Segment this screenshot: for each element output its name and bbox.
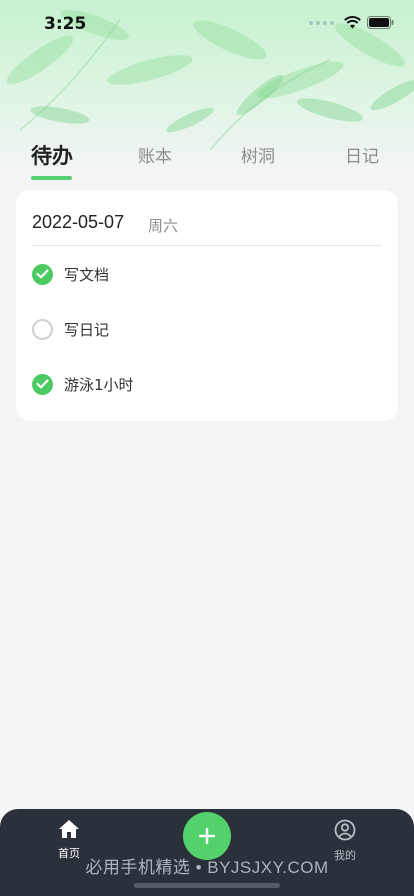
plus-icon — [198, 827, 216, 845]
status-bar: 3:25 — [0, 0, 414, 46]
cellular-dots-icon — [309, 21, 334, 25]
checked-circle-icon[interactable] — [32, 373, 53, 395]
tab-bar: 待办 账本 树洞 日记 — [0, 138, 414, 182]
tab-diary[interactable]: 日记 — [345, 142, 379, 167]
active-tab-indicator — [31, 176, 72, 180]
tab-tree-hole[interactable]: 树洞 — [241, 142, 275, 167]
watermark-text: 必用手机精选 • BYJSJXY.COM — [85, 858, 329, 877]
card-divider — [32, 245, 382, 246]
todo-label: 游泳1小时 — [64, 375, 134, 394]
card-weekday: 周六 — [148, 217, 179, 235]
todo-label: 写文档 — [64, 265, 110, 284]
tab-ledger[interactable]: 账本 — [138, 142, 172, 167]
todo-card: 2022-05-07 周六 写文档 写日记 游泳1小时 — [16, 190, 398, 421]
wifi-icon — [344, 14, 361, 33]
card-date: 2022-05-07 — [32, 212, 125, 232]
checked-circle-icon[interactable] — [32, 263, 53, 285]
unchecked-circle-icon[interactable] — [32, 318, 53, 340]
tab-todo[interactable]: 待办 — [31, 140, 73, 170]
battery-icon — [367, 14, 394, 33]
todo-item[interactable]: 游泳1小时 — [32, 372, 134, 396]
todo-item[interactable]: 写文档 — [32, 262, 109, 286]
user-circle-icon — [334, 819, 356, 845]
todo-label: 写日记 — [64, 320, 110, 339]
todo-item[interactable]: 写日记 — [32, 317, 109, 341]
home-icon — [58, 820, 80, 843]
home-indicator — [134, 883, 280, 888]
status-icons — [309, 14, 394, 32]
status-time: 3:25 — [44, 14, 87, 34]
